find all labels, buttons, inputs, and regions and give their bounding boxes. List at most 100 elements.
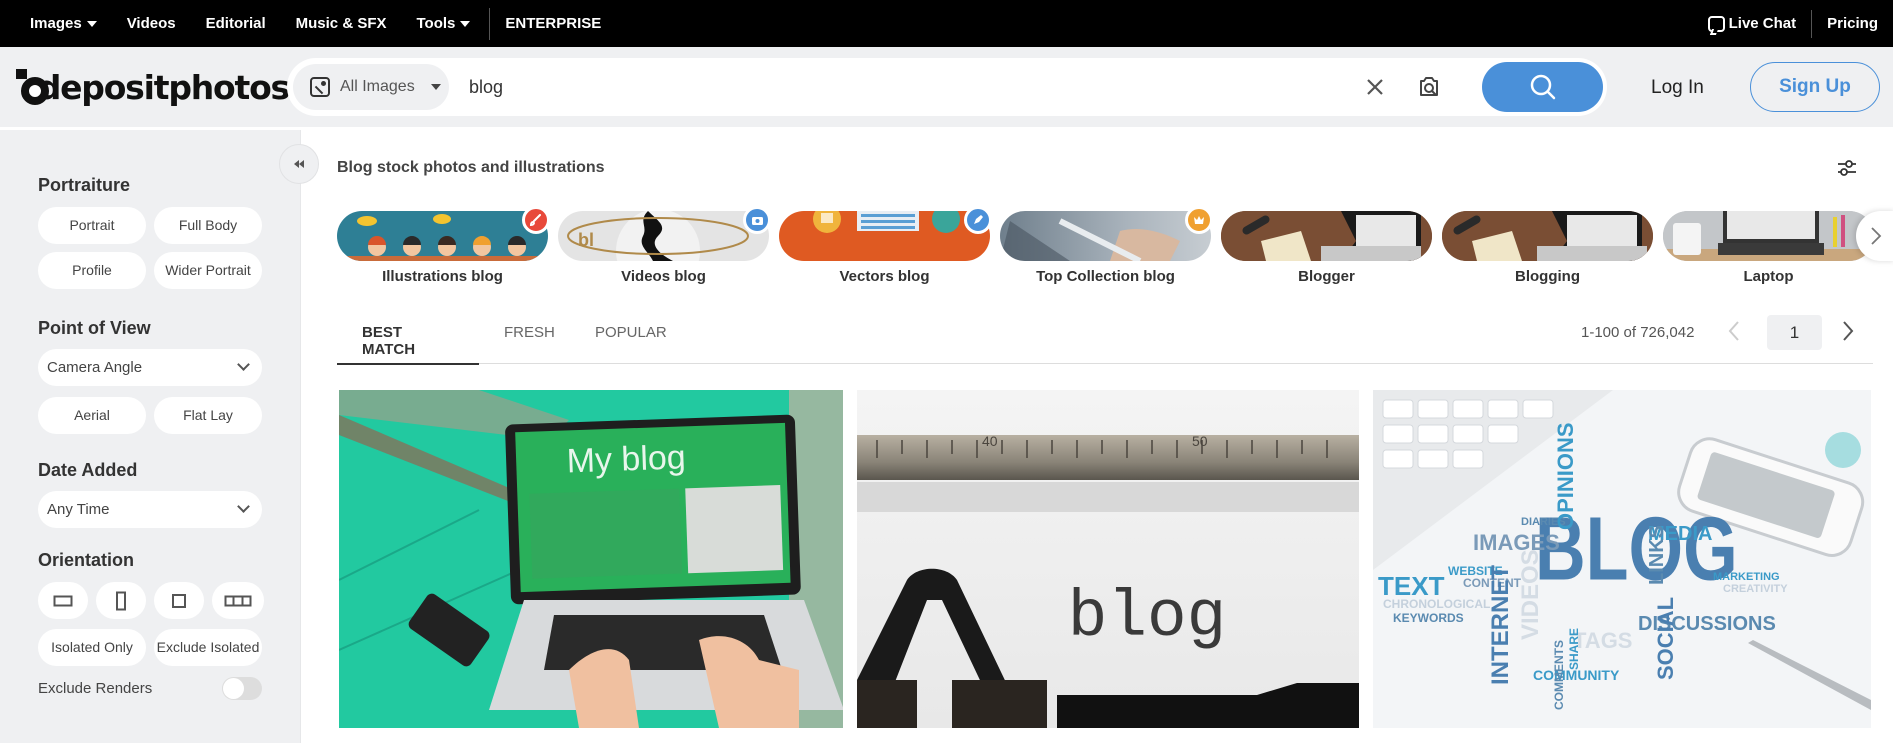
- visual-search-button[interactable]: [1409, 67, 1449, 107]
- filter-exclude-isolated[interactable]: Exclude Isolated: [154, 629, 262, 666]
- exclude-renders-label: Exclude Renders: [38, 680, 153, 697]
- double-chevron-left-icon: [294, 160, 304, 168]
- nav-right: Live Chat Pricing: [1693, 0, 1893, 47]
- header: depositphotos All Images Log In Sign Up: [0, 47, 1893, 127]
- svg-text:CHRONOLOGICAL: CHRONOLOGICAL: [1383, 597, 1490, 611]
- exclude-renders-row: Exclude Renders: [38, 677, 262, 700]
- result-image-laptop-blog[interactable]: My blog: [339, 390, 843, 728]
- pricing-link[interactable]: Pricing: [1812, 0, 1893, 47]
- horizontal-orientation-icon: [53, 595, 73, 606]
- live-chat-link[interactable]: Live Chat: [1693, 0, 1812, 47]
- nav-music-label: Music & SFX: [295, 15, 387, 32]
- category-label: Laptop: [1743, 268, 1794, 285]
- date-added-dropdown[interactable]: Any Time: [38, 491, 262, 528]
- nav-videos[interactable]: Videos: [112, 0, 191, 47]
- date-added-value: Any Time: [47, 501, 110, 518]
- filter-sidebar: Portraiture Portrait Full Body Profile W…: [0, 130, 300, 743]
- date-added-title: Date Added: [38, 460, 138, 480]
- camera-search-icon: [1420, 77, 1438, 96]
- brush-badge-icon: [522, 206, 550, 234]
- tab-fresh[interactable]: FRESH: [479, 314, 580, 364]
- category-label: Videos blog: [621, 268, 706, 285]
- vertical-orientation-icon: [116, 591, 126, 610]
- filters-button[interactable]: [1836, 157, 1858, 184]
- clear-search-button[interactable]: [1355, 67, 1395, 107]
- page-number-input[interactable]: 1: [1767, 315, 1822, 350]
- signup-button[interactable]: Sign Up: [1750, 62, 1880, 112]
- camera-angle-value: Camera Angle: [47, 359, 143, 376]
- nav-images-label: Images: [30, 15, 82, 32]
- result-image-blog-word-cloud[interactable]: BLOG TEXT WEBSITE CONTENT CHRONOLOGICAL …: [1373, 390, 1871, 728]
- point-of-view-options: Aerial Flat Lay: [38, 397, 300, 434]
- filter-full-body[interactable]: Full Body: [154, 207, 262, 244]
- svg-text:CREATIVITY: CREATIVITY: [1723, 583, 1788, 595]
- filter-profile[interactable]: Profile: [38, 252, 146, 289]
- content-type-select[interactable]: All Images: [293, 64, 449, 110]
- nav-tools[interactable]: Tools: [402, 0, 486, 47]
- svg-text:VIDEOS: VIDEOS: [1517, 549, 1544, 640]
- portraiture-options: Portrait Full Body Profile Wider Portrai…: [38, 207, 300, 289]
- category-thumbnail: [1000, 211, 1211, 261]
- nav-editorial-label: Editorial: [205, 15, 266, 32]
- filter-wider-portrait[interactable]: Wider Portrait: [154, 252, 262, 289]
- result-thumbnail: BLOG TEXT WEBSITE CONTENT CHRONOLOGICAL …: [1373, 390, 1871, 728]
- orientation-title: Orientation: [38, 550, 135, 570]
- login-link[interactable]: Log In: [1651, 77, 1704, 99]
- logo[interactable]: depositphotos: [15, 68, 290, 107]
- filter-flat-lay[interactable]: Flat Lay: [154, 397, 262, 434]
- nav-editorial[interactable]: Editorial: [191, 0, 281, 47]
- related-categories: Illustrations blog bl Videos blog Vector…: [337, 206, 1874, 285]
- results-grid: My blog 40 50 blog BLOG TEXT WEBSITE CON…: [339, 390, 1871, 728]
- category-thumbnail: [1221, 211, 1432, 261]
- logo-mark-icon: [15, 69, 49, 105]
- square-orientation-icon: [172, 593, 186, 608]
- category-illustrations-blog[interactable]: Illustrations blog: [337, 206, 550, 285]
- camera-badge-icon: [743, 206, 771, 234]
- svg-text:SOCIAL: SOCIAL: [1653, 597, 1678, 680]
- toggle-knob: [223, 678, 244, 699]
- category-blogger[interactable]: Blogger: [1221, 211, 1432, 285]
- portraiture-title: Portraiture: [38, 175, 131, 195]
- isolated-options: Isolated Only Exclude Isolated: [38, 629, 300, 666]
- orientation-square-button[interactable]: [154, 582, 204, 619]
- category-label: Vectors blog: [839, 268, 930, 285]
- image-icon: [310, 77, 330, 97]
- screen-text: My blog: [566, 438, 686, 480]
- exclude-renders-toggle[interactable]: [222, 677, 262, 700]
- next-page-button[interactable]: [1841, 320, 1861, 346]
- filter-isolated-only[interactable]: Isolated Only: [38, 629, 146, 666]
- search-button[interactable]: [1482, 62, 1603, 112]
- tab-best-match[interactable]: BEST MATCH: [337, 314, 479, 365]
- orientation-panoramic-button[interactable]: [212, 582, 264, 619]
- tab-popular[interactable]: POPULAR: [570, 314, 692, 364]
- svg-text:KEYWORDS: KEYWORDS: [1393, 611, 1464, 625]
- camera-angle-dropdown[interactable]: Camera Angle: [38, 349, 262, 386]
- collapse-sidebar-button[interactable]: [279, 144, 319, 184]
- point-of-view-title: Point of View: [38, 318, 151, 338]
- category-blogging[interactable]: Blogging: [1442, 211, 1653, 285]
- nav-images[interactable]: Images: [0, 0, 112, 47]
- search-input[interactable]: [469, 67, 1355, 107]
- orientation-horizontal-button[interactable]: [38, 582, 88, 619]
- nav-enterprise[interactable]: ENTERPRISE: [490, 0, 616, 47]
- svg-text:40: 40: [982, 433, 998, 449]
- close-icon: [1367, 79, 1383, 95]
- svg-text:COMMENTS: COMMENTS: [1552, 640, 1566, 710]
- filter-portrait[interactable]: Portrait: [38, 207, 146, 244]
- nav-music-sfx[interactable]: Music & SFX: [281, 0, 402, 47]
- filter-aerial[interactable]: Aerial: [38, 397, 146, 434]
- chevron-down-icon: [237, 358, 250, 371]
- caret-down-icon: [86, 20, 97, 27]
- chevron-down-icon: [237, 500, 250, 513]
- previous-page-button[interactable]: [1727, 320, 1747, 346]
- results-count: 1-100 of 726,042: [1581, 324, 1695, 341]
- svg-text:OPINIONS: OPINIONS: [1553, 422, 1578, 530]
- category-laptop[interactable]: Laptop: [1663, 211, 1874, 285]
- orientation-vertical-button[interactable]: [96, 582, 146, 619]
- category-label: Blogging: [1515, 268, 1580, 285]
- category-vectors-blog[interactable]: Vectors blog: [779, 206, 992, 285]
- screen-text: blog: [1068, 580, 1226, 655]
- result-image-typewriter-blog[interactable]: 40 50 blog: [857, 390, 1359, 728]
- category-videos-blog[interactable]: bl Videos blog: [558, 206, 771, 285]
- category-top-collection-blog[interactable]: Top Collection blog: [1000, 206, 1213, 285]
